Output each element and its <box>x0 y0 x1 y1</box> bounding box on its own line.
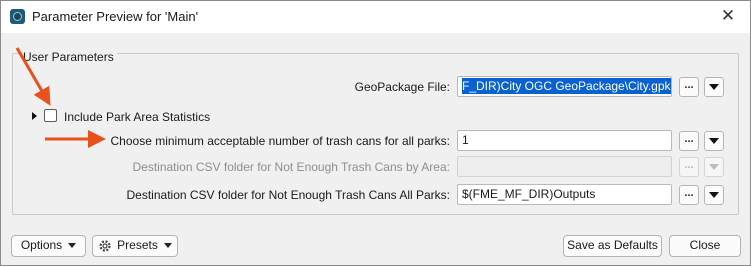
dest-by-area-browse-button[interactable]: ... <box>679 157 699 177</box>
geopackage-browse-button[interactable]: ... <box>679 77 699 97</box>
presets-label: Presets <box>117 238 158 252</box>
save-as-defaults-button[interactable]: Save as Defaults <box>563 235 662 257</box>
min-trash-dropdown-button[interactable] <box>704 131 724 151</box>
triangle-down-icon <box>709 164 719 170</box>
window-title: Parameter Preview for 'Main' <box>32 9 199 24</box>
gear-icon <box>99 240 111 252</box>
options-button[interactable]: Options <box>11 235 86 257</box>
dest-all-input[interactable]: $(FME_MF_DIR)Outputs <box>457 184 672 205</box>
chevron-down-icon <box>68 243 77 249</box>
triangle-down-icon <box>709 84 719 90</box>
dest-all-label: Destination CSV folder for Not Enough Tr… <box>126 188 451 202</box>
geopackage-file-input[interactable]: F_DIR)City OGC GeoPackage\City.gpkg" <box>457 76 672 97</box>
group-label: User Parameters <box>20 50 117 64</box>
park-stats-checkbox[interactable] <box>44 109 57 122</box>
park-stats-label: Include Park Area Statistics <box>64 110 211 124</box>
min-trash-input[interactable]: 1 <box>457 130 672 151</box>
geopackage-file-value: F_DIR)City OGC GeoPackage\City.gpkg" <box>462 78 671 94</box>
geopackage-label: GeoPackage File: <box>354 80 450 94</box>
triangle-down-icon <box>709 192 719 198</box>
dest-by-area-dropdown-button[interactable] <box>704 157 724 177</box>
dest-all-dropdown-button[interactable] <box>704 185 724 205</box>
close-button[interactable]: Close <box>669 235 741 257</box>
dest-all-browse-button[interactable]: ... <box>679 185 699 205</box>
options-label: Options <box>20 238 63 252</box>
dest-by-area-input[interactable] <box>457 156 672 177</box>
min-trash-label: Choose minimum acceptable number of tras… <box>110 134 451 148</box>
close-window-icon[interactable]: ✕ <box>718 6 738 26</box>
triangle-down-icon <box>709 138 719 144</box>
min-trash-browse-button[interactable]: ... <box>679 131 699 151</box>
presets-button[interactable]: Presets <box>92 235 178 257</box>
dest-by-area-label: Destination CSV folder for Not Enough Tr… <box>132 160 450 174</box>
geopackage-dropdown-button[interactable] <box>704 77 724 97</box>
title-bar: Parameter Preview for 'Main' ✕ <box>1 1 750 33</box>
triangle-right-icon[interactable] <box>32 112 37 120</box>
app-icon <box>10 9 25 24</box>
parameter-preview-dialog: Parameter Preview for 'Main' ✕ User Para… <box>0 0 751 266</box>
chevron-down-icon <box>163 243 172 249</box>
